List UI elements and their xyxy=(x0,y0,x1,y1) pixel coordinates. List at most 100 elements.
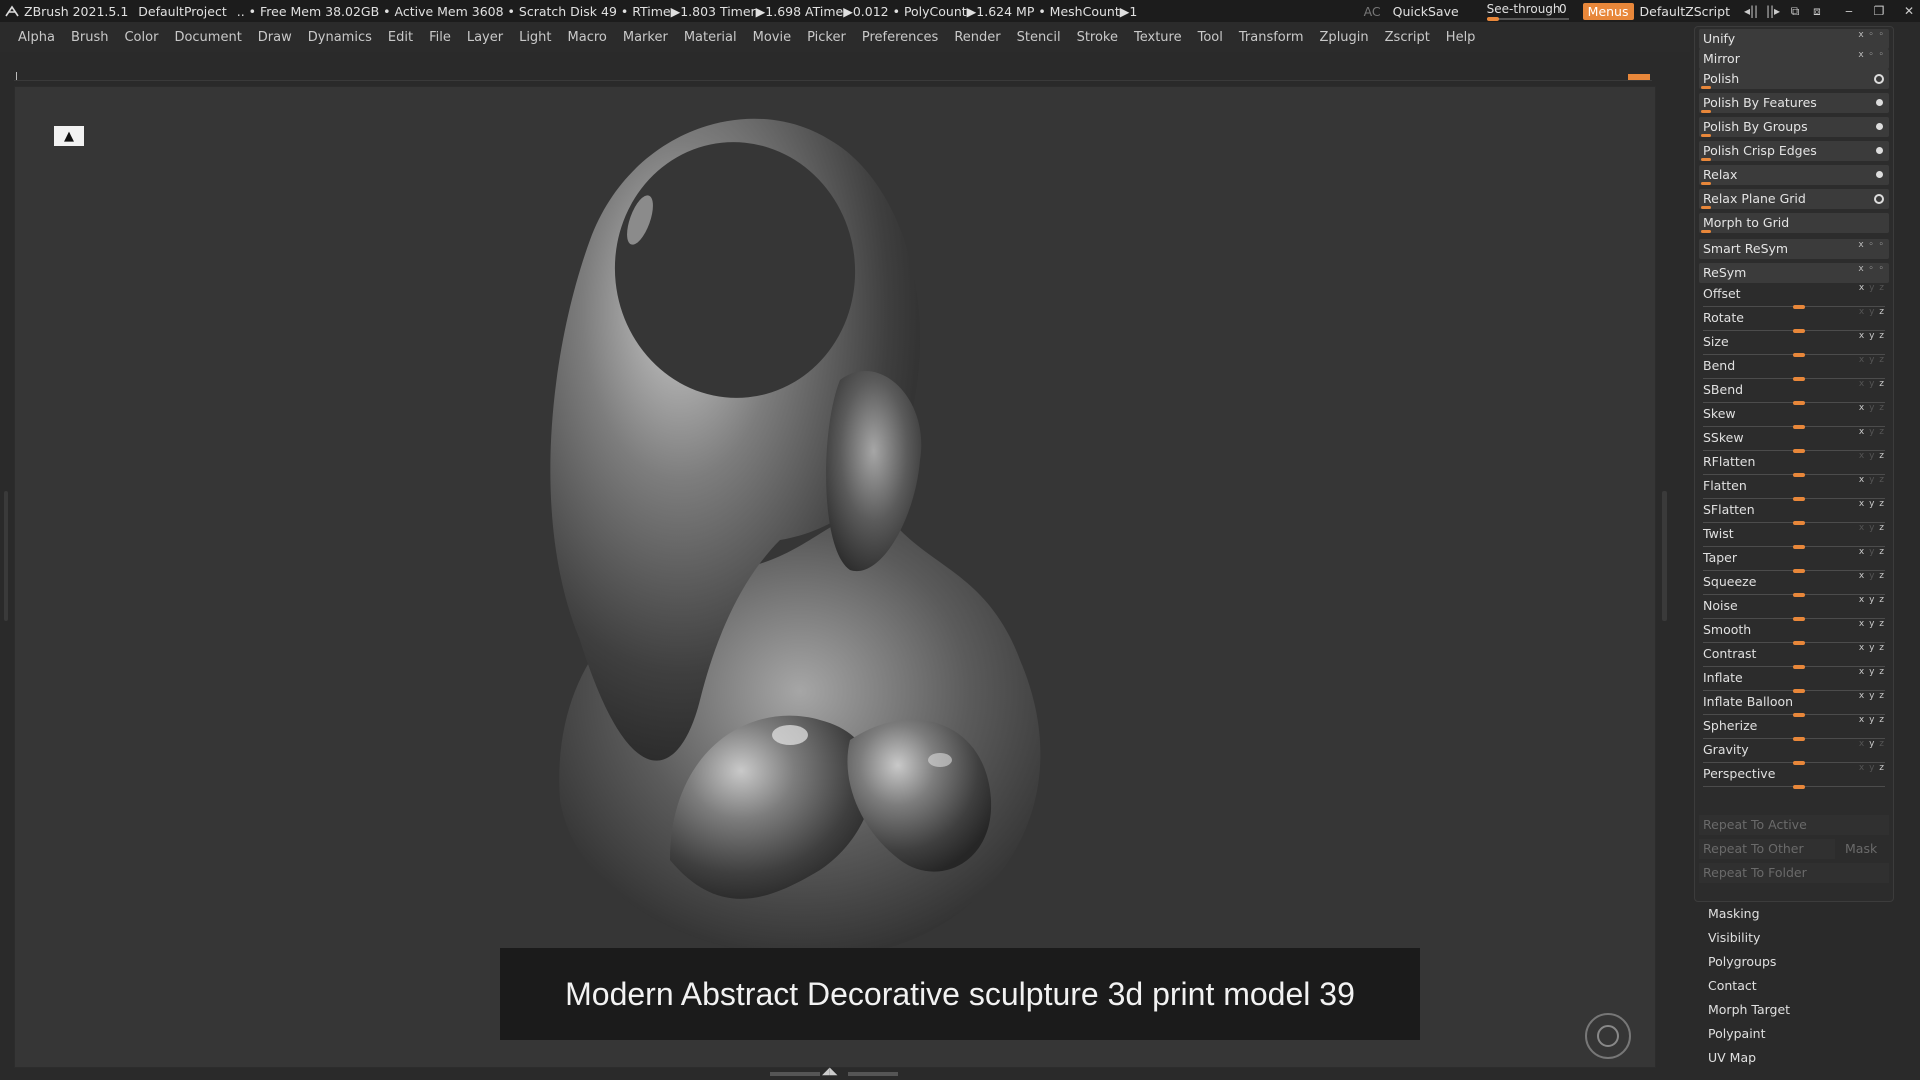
slider-bend[interactable]: Bend x y z xyxy=(1699,355,1889,381)
floor-lock-icon[interactable]: ▲ xyxy=(54,126,84,146)
xyz-axis-icon[interactable]: x y z xyxy=(1859,283,1885,293)
xyz-axis-icon[interactable]: x y z xyxy=(1859,427,1885,437)
menu-movie[interactable]: Movie xyxy=(753,30,791,45)
menu-layer[interactable]: Layer xyxy=(467,30,503,45)
polish-by-groups-slider-knob[interactable] xyxy=(1701,134,1711,137)
menu-tool[interactable]: Tool xyxy=(1198,30,1223,45)
repeat-to-active-button[interactable]: Repeat To Active xyxy=(1699,815,1889,835)
polish-by-features-slider-knob[interactable] xyxy=(1701,110,1711,113)
menu-document[interactable]: Document xyxy=(174,30,241,45)
bottom-tray-handle[interactable]: ◢◣ xyxy=(770,1066,900,1078)
window-layout-icon[interactable]: ⧉ xyxy=(1784,4,1806,19)
slider-squeeze[interactable]: Squeeze x y z xyxy=(1699,571,1889,597)
slider-twist[interactable]: Twist x y z xyxy=(1699,523,1889,549)
menu-dynamics[interactable]: Dynamics xyxy=(308,30,372,45)
xyz-axis-icon[interactable]: x ◦ ◦ xyxy=(1858,25,1885,45)
polish-crisp-edges-button[interactable]: Polish Crisp Edges xyxy=(1699,141,1889,161)
slider-skew[interactable]: Skew x y z xyxy=(1699,403,1889,429)
slider-inflate[interactable]: Inflate x y z xyxy=(1699,667,1889,693)
slider-sflatten[interactable]: SFlatten x y z xyxy=(1699,499,1889,525)
repeat-to-folder-button[interactable]: Repeat To Folder xyxy=(1699,863,1889,883)
menu-help[interactable]: Help xyxy=(1446,30,1476,45)
xyz-axis-icon[interactable]: x y z xyxy=(1859,331,1885,341)
sculpture-model[interactable] xyxy=(520,100,1160,980)
subpalette-contact[interactable]: Contact xyxy=(1708,978,1757,993)
polish-button[interactable]: Polish xyxy=(1699,69,1889,89)
menu-stencil[interactable]: Stencil xyxy=(1017,30,1061,45)
right-tray-handle[interactable] xyxy=(1662,491,1667,621)
polish-by-features-button[interactable]: Polish By Features xyxy=(1699,93,1889,113)
dot-toggle-icon[interactable] xyxy=(1876,147,1883,154)
slider-smooth[interactable]: Smooth x y z xyxy=(1699,619,1889,645)
slider-knob[interactable] xyxy=(1793,785,1805,789)
xyz-axis-icon[interactable]: x ◦ ◦ xyxy=(1858,259,1885,279)
menus-button[interactable]: Menus xyxy=(1582,2,1634,20)
menu-zscript[interactable]: Zscript xyxy=(1385,30,1430,45)
polish-crisp-edges-slider-knob[interactable] xyxy=(1701,158,1711,161)
menu-file[interactable]: File xyxy=(429,30,451,45)
menu-zplugin[interactable]: Zplugin xyxy=(1320,30,1369,45)
timeline-track[interactable] xyxy=(14,72,1652,81)
xyz-axis-icon[interactable]: x y z xyxy=(1859,763,1885,773)
xyz-axis-icon[interactable]: x y z xyxy=(1859,355,1885,365)
slider-spherize[interactable]: Spherize x y z xyxy=(1699,715,1889,741)
slider-rotate[interactable]: Rotate x y z xyxy=(1699,307,1889,333)
xyz-axis-icon[interactable]: x y z xyxy=(1859,691,1885,701)
repeat-to-other-button[interactable]: Repeat To Other xyxy=(1699,839,1835,859)
dot-toggle-icon[interactable] xyxy=(1876,123,1883,130)
menu-light[interactable]: Light xyxy=(519,30,551,45)
menu-picker[interactable]: Picker xyxy=(807,30,846,45)
xyz-axis-icon[interactable]: x y z xyxy=(1859,475,1885,485)
xyz-axis-icon[interactable]: x y z xyxy=(1859,715,1885,725)
slider-contrast[interactable]: Contrast x y z xyxy=(1699,643,1889,669)
ring-toggle-icon[interactable] xyxy=(1874,74,1884,84)
window-switch-icon[interactable]: ⧈ xyxy=(1806,4,1828,19)
xyz-axis-icon[interactable]: x ◦ ◦ xyxy=(1858,45,1885,65)
see-through-slider[interactable]: See-through 0 xyxy=(1479,0,1573,22)
see-through-knob[interactable] xyxy=(1486,17,1499,21)
relax-plane-grid-slider-knob[interactable] xyxy=(1701,206,1711,209)
slider-taper[interactable]: Taper x y z xyxy=(1699,547,1889,573)
xyz-axis-icon[interactable]: x y z xyxy=(1859,667,1885,677)
slider-offset[interactable]: Offset x y z xyxy=(1699,283,1889,309)
smart-resym-button[interactable]: Smart ReSym x ◦ ◦ xyxy=(1699,239,1889,259)
menu-material[interactable]: Material xyxy=(684,30,737,45)
menu-transform[interactable]: Transform xyxy=(1239,30,1304,45)
menu-alpha[interactable]: Alpha xyxy=(18,30,55,45)
subpalette-polypaint[interactable]: Polypaint xyxy=(1708,1026,1766,1041)
menu-macro[interactable]: Macro xyxy=(568,30,607,45)
relax-slider-knob[interactable] xyxy=(1701,182,1711,185)
xyz-axis-icon[interactable]: x y z xyxy=(1859,307,1885,317)
slider-rflatten[interactable]: RFlatten x y z xyxy=(1699,451,1889,477)
slider-perspective[interactable]: Perspective x y z xyxy=(1699,763,1889,789)
xyz-axis-icon[interactable]: x y z xyxy=(1859,499,1885,509)
xyz-axis-icon[interactable]: x y z xyxy=(1859,403,1885,413)
close-icon[interactable]: ✕ xyxy=(1898,4,1920,18)
relax-plane-grid-button[interactable]: Relax Plane Grid xyxy=(1699,189,1889,209)
dot-toggle-icon[interactable] xyxy=(1876,171,1883,178)
slider-sskew[interactable]: SSkew x y z xyxy=(1699,427,1889,453)
menu-draw[interactable]: Draw xyxy=(258,30,292,45)
subpalette-uv-map[interactable]: UV Map xyxy=(1708,1050,1756,1065)
subpalette-masking[interactable]: Masking xyxy=(1708,906,1760,921)
xyz-axis-icon[interactable]: x y z xyxy=(1859,619,1885,629)
slider-inflate-balloon[interactable]: Inflate Balloon x y z xyxy=(1699,691,1889,717)
slider-flatten[interactable]: Flatten x y z xyxy=(1699,475,1889,501)
relax-button[interactable]: Relax xyxy=(1699,165,1889,185)
menu-preferences[interactable]: Preferences xyxy=(862,30,938,45)
menu-edit[interactable]: Edit xyxy=(388,30,413,45)
project-name[interactable]: DefaultProject xyxy=(138,4,226,19)
slider-gravity[interactable]: Gravity x y z xyxy=(1699,739,1889,765)
menu-stroke[interactable]: Stroke xyxy=(1077,30,1118,45)
dot-toggle-icon[interactable] xyxy=(1876,99,1883,106)
menu-texture[interactable]: Texture xyxy=(1134,30,1182,45)
ac-toggle[interactable]: AC xyxy=(1364,4,1381,19)
menu-render[interactable]: Render xyxy=(954,30,1000,45)
xyz-axis-icon[interactable]: x ◦ ◦ xyxy=(1858,235,1885,255)
subpalette-morph-target[interactable]: Morph Target xyxy=(1708,1002,1790,1017)
subpalette-visibility[interactable]: Visibility xyxy=(1708,930,1760,945)
navigation-gizmo-icon[interactable] xyxy=(1585,1013,1631,1059)
xyz-axis-icon[interactable]: x y z xyxy=(1859,739,1885,749)
subpalette-polygroups[interactable]: Polygroups xyxy=(1708,954,1776,969)
ui-layout-2-icon[interactable]: ||▸ xyxy=(1762,4,1784,18)
